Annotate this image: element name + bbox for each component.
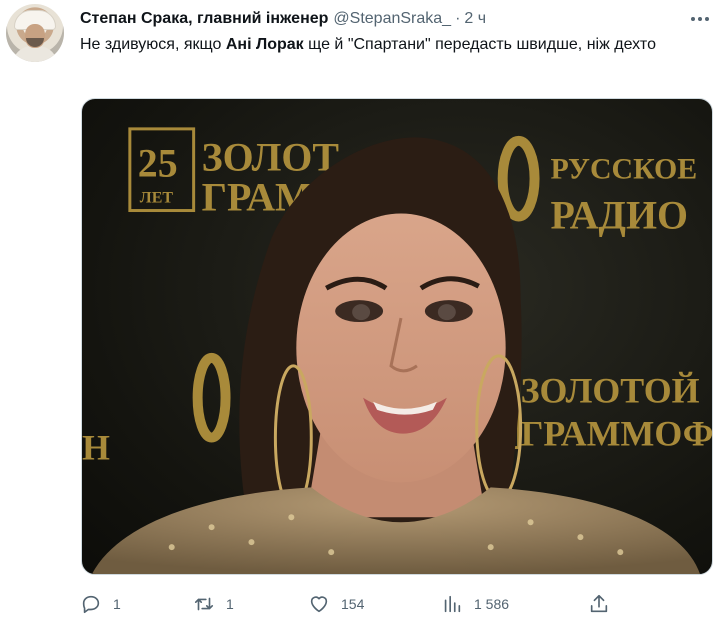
tweet-text-end: ще й "Спартани" передасть швидше, ніж де… [303,36,656,53]
logo-radio: РАДИО [551,192,688,237]
tweet-photo[interactable]: 25 ЛЕТ ЗОЛОТ ГРАМ РУССКОЕ РАДИО ЗОЛОТОЙ … [81,98,713,575]
more-options-icon[interactable] [688,9,712,29]
logo-25: 25 [138,141,178,186]
tweet-time[interactable]: 2 ч [464,10,486,28]
tweet: Степан Срака, главний інженер @StepanSra… [0,0,726,626]
share-icon [590,594,608,613]
logo-grammofon: ГРАММОФОН [521,414,712,454]
reply-button[interactable]: 1 [80,588,121,620]
retweet-icon [194,597,214,611]
photo-illustration: 25 ЛЕТ ЗОЛОТ ГРАМ РУССКОЕ РАДИО ЗОЛОТОЙ … [82,127,712,574]
avatar[interactable] [6,4,64,62]
logo-n: Н [82,427,110,467]
tweet-header: Степан Срака, главний інженер @StepanSra… [80,8,686,30]
retweet-count: 1 [226,596,234,612]
author-handle[interactable]: @StepanSraka_ [333,10,451,28]
logo-russkoe: РУССКОЕ [551,153,698,186]
logo-let: ЛЕТ [140,190,174,207]
reply-icon [82,595,100,614]
separator-dot: · [455,10,461,27]
author-name[interactable]: Степан Срака, главний інженер [80,10,328,28]
views-count: 1 586 [474,596,510,612]
retweet-button[interactable]: 1 [193,588,234,620]
tweet-text: Не здивуюся, якщо Ані Лорак ще й "Спарта… [80,33,700,56]
like-count: 154 [341,596,365,612]
logo-zolot: ЗОЛОТ [202,135,339,180]
tweet-text-start: Не здивуюся, якщо [80,36,226,53]
views-icon [444,595,461,613]
views-button[interactable]: 1 586 [441,588,509,620]
logo-zolotoy: ЗОЛОТОЙ [521,371,700,411]
heart-icon [310,596,328,613]
share-button[interactable] [588,588,610,620]
tweet-actions: 1 1 154 1 586 [70,588,630,620]
like-button[interactable]: 154 [308,588,364,620]
reply-count: 1 [113,596,121,612]
tweet-text-bold: Ані Лорак [225,36,304,53]
